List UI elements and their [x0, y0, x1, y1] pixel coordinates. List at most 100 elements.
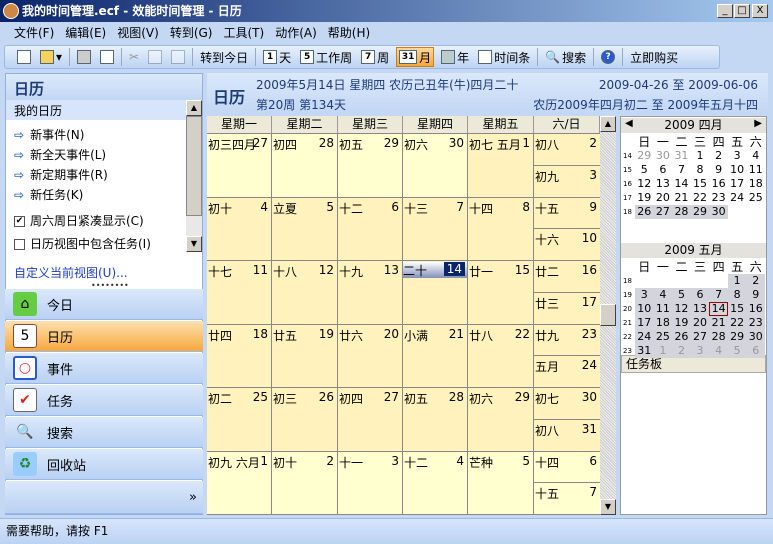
mini-day[interactable]: 8 [691, 163, 710, 177]
scroll-down-icon[interactable]: ▼ [600, 499, 616, 515]
mini-day[interactable]: 6 [746, 344, 766, 358]
mini-day[interactable]: 28 [709, 330, 728, 344]
scroll-thumb[interactable] [600, 304, 616, 326]
mini-day[interactable]: 17 [635, 316, 654, 330]
include-tasks-checkbox[interactable]: 日历视图中包含任务(I) [14, 234, 189, 254]
mini-day[interactable]: 20 [654, 191, 673, 205]
day-cell[interactable]: 初七 30 [534, 388, 600, 419]
day-cell[interactable]: 初二 25 [207, 388, 271, 451]
day-cell[interactable]: 立夏 5 [272, 197, 337, 260]
menu-file[interactable]: 文件(F) [14, 26, 54, 40]
day-cell[interactable]: 十二 6 [338, 197, 402, 260]
mini-day[interactable]: 16 [709, 177, 728, 191]
scroll-thumb[interactable] [186, 116, 202, 216]
mini-day[interactable]: 13 [690, 302, 710, 316]
day-cell[interactable]: 十五 9 [534, 197, 600, 229]
new-button[interactable] [15, 47, 33, 67]
day-cell[interactable]: 初三 26 [272, 388, 337, 451]
day-cell[interactable]: 初三四月 27 [207, 134, 271, 197]
mini-day[interactable]: 29 [690, 205, 710, 219]
day-cell[interactable]: 十七 11 [207, 261, 271, 324]
buy-now-button[interactable]: 立即购买 [628, 47, 680, 67]
mini-day[interactable]: 10 [728, 163, 747, 177]
day-cell[interactable]: 初八 31 [534, 419, 600, 451]
mini-day[interactable]: 1 [727, 274, 747, 288]
menu-help[interactable]: 帮助(H) [328, 26, 370, 40]
nav-search[interactable]: 🔍 搜索 [5, 417, 203, 448]
day-cell[interactable]: 十一 3 [338, 451, 402, 514]
mini-day[interactable]: 18 [746, 177, 765, 191]
timeline-view-button[interactable]: 时间条 [476, 47, 532, 67]
mini-day[interactable]: 23 [709, 191, 728, 205]
maximize-button[interactable]: □ [734, 4, 750, 18]
menu-view[interactable]: 视图(V) [117, 26, 159, 40]
mini-day[interactable]: 24 [728, 191, 747, 205]
search-button[interactable]: 🔍 搜索 [543, 47, 588, 67]
year-view-button[interactable]: 年 [439, 47, 471, 67]
mini-day[interactable]: 7 [709, 288, 728, 302]
menu-goto[interactable]: 转到(G) [170, 26, 213, 40]
day-cell[interactable]: 十八 12 [272, 261, 337, 324]
mini-day[interactable]: 4 [709, 344, 728, 358]
mini-day[interactable]: 9 [746, 288, 766, 302]
mini-day[interactable]: 5 [727, 344, 747, 358]
mini-day[interactable]: 15 [727, 302, 747, 316]
mini-day[interactable]: 9 [709, 163, 728, 177]
close-button[interactable]: X [752, 4, 768, 18]
mini-day[interactable]: 19 [672, 316, 691, 330]
menu-actions[interactable]: 动作(A) [275, 26, 317, 40]
day-cell[interactable]: 小满 21 [403, 324, 467, 387]
day-cell[interactable]: 廿四 18 [207, 324, 271, 387]
mini-day[interactable]: 20 [690, 316, 710, 330]
mini-day[interactable]: 29 [727, 330, 747, 344]
goto-today-button[interactable]: 转到今日 [198, 47, 250, 67]
mini-day[interactable]: 31 [635, 344, 654, 358]
day-cell[interactable]: 十二 4 [403, 451, 467, 514]
mini-day[interactable]: 14 [709, 302, 728, 316]
paste-button[interactable] [169, 47, 187, 67]
new-allday-event-link[interactable]: ⇨ 新全天事件(L) [14, 145, 189, 165]
mini-day[interactable]: 27 [690, 330, 710, 344]
day-cell[interactable]: 初九 六月 1 [207, 451, 271, 514]
mini-day[interactable]: 17 [728, 177, 747, 191]
mini-day[interactable]: 15 [691, 177, 710, 191]
day-cell[interactable]: 初十 2 [272, 451, 337, 514]
mini-day[interactable]: 8 [727, 288, 747, 302]
print-preview-button[interactable] [98, 47, 116, 67]
day-cell[interactable]: 初八 2 [534, 134, 600, 165]
nav-calendar[interactable]: 5 日历 [5, 321, 203, 352]
mini-day[interactable]: 3 [635, 288, 654, 302]
scroll-up-icon[interactable]: ▲ [186, 100, 202, 116]
cut-button[interactable]: ✂ [127, 47, 141, 67]
mini-day[interactable]: 24 [635, 330, 654, 344]
mini-day[interactable]: 5 [672, 288, 691, 302]
mini-day[interactable]: 25 [746, 191, 765, 205]
mini-day[interactable]: 5 [635, 163, 654, 177]
mini-day[interactable]: 13 [654, 177, 673, 191]
mini-day[interactable]: 2 [672, 344, 691, 358]
mini-day[interactable]: 12 [635, 177, 654, 191]
mini-day[interactable]: 22 [727, 316, 747, 330]
month-view-button[interactable]: 31 月 [396, 47, 435, 67]
day-cell[interactable]: 初九 3 [534, 165, 600, 197]
day-cell[interactable]: 初四 28 [272, 134, 337, 197]
day-cell[interactable]: 初六 30 [403, 134, 467, 197]
mini-day[interactable]: 11 [653, 302, 673, 316]
day-cell[interactable]: 十三 7 [403, 197, 467, 260]
day-cell[interactable]: 廿六 20 [338, 324, 402, 387]
mini-day[interactable]: 30 [746, 330, 766, 344]
chevron-double-right-icon[interactable]: » [189, 490, 197, 505]
day-cell[interactable]: 初十 4 [207, 197, 271, 260]
workweek-view-button[interactable]: 5 工作周 [298, 47, 354, 67]
mini-day[interactable]: 6 [654, 163, 673, 177]
mini-day[interactable]: 1 [653, 344, 673, 358]
menu-edit[interactable]: 编辑(E) [65, 26, 106, 40]
minimize-button[interactable]: _ [717, 4, 733, 18]
mini-day[interactable]: 23 [746, 316, 766, 330]
day-cell[interactable]: 五月 24 [534, 356, 600, 387]
day-cell[interactable]: 廿三 17 [534, 292, 600, 324]
new-recurring-event-link[interactable]: ⇨ 新定期事件(R) [14, 165, 189, 185]
mini-day[interactable]: 18 [653, 316, 673, 330]
mini-day[interactable]: 19 [635, 191, 654, 205]
mini-day[interactable]: 12 [672, 302, 691, 316]
